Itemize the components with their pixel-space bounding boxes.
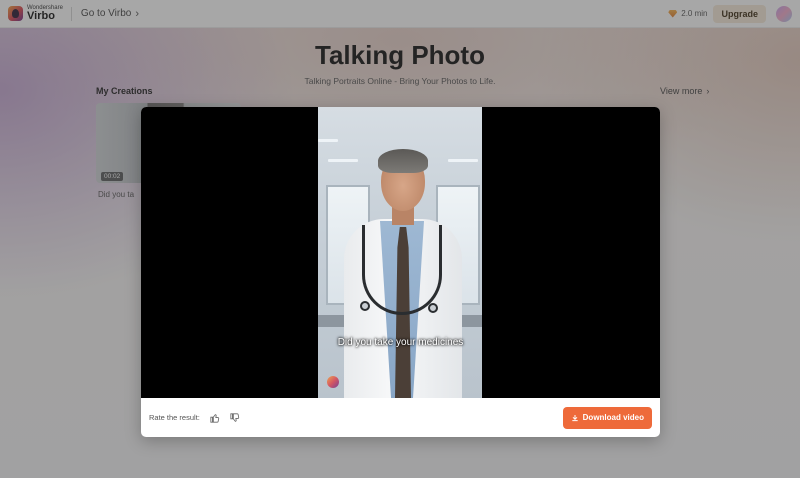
download-icon	[571, 414, 578, 421]
thumbs-down-icon[interactable]	[228, 411, 242, 425]
rate-label: Rate the result:	[149, 413, 200, 422]
result-modal: Did you take your medicines Rate the res…	[141, 107, 660, 437]
watermark-icon	[327, 376, 339, 388]
modal-footer: Rate the result: Download video	[141, 398, 660, 437]
thumbs-up-icon[interactable]	[208, 411, 222, 425]
video-subtitle: Did you take your medicines	[337, 337, 464, 348]
video-player[interactable]: Did you take your medicines	[141, 107, 660, 398]
download-video-button[interactable]: Download video	[562, 406, 652, 429]
video-frame	[318, 107, 482, 398]
download-video-label: Download video	[582, 413, 644, 422]
stethoscope	[362, 225, 442, 315]
